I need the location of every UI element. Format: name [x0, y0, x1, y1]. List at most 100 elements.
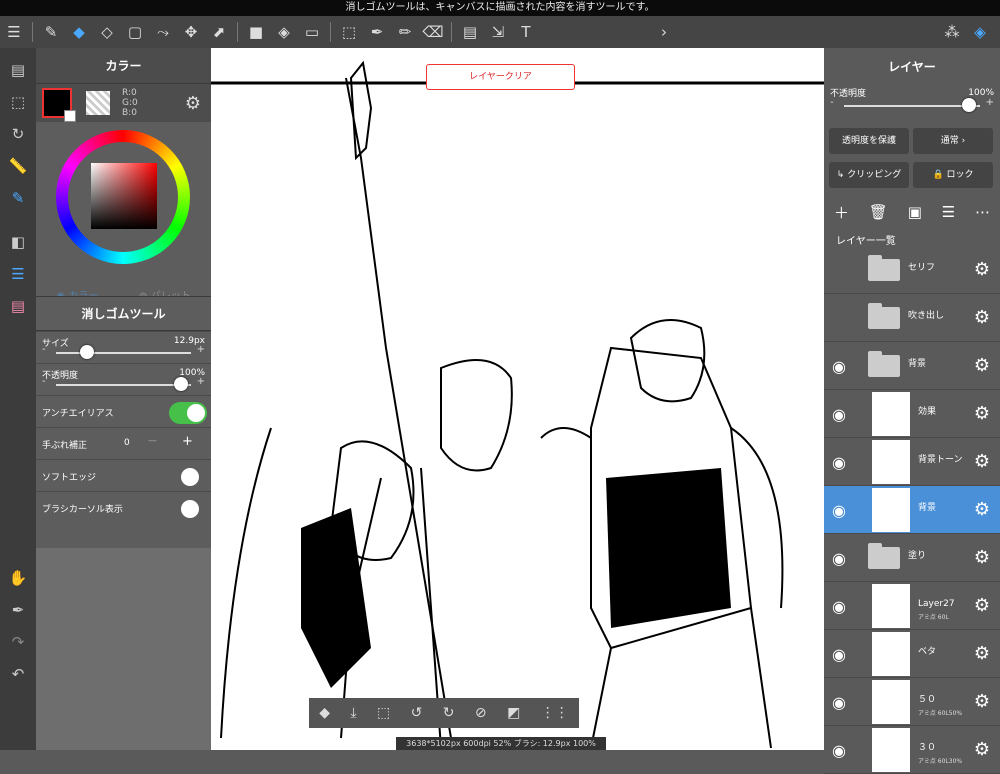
antialias-toggle[interactable]	[169, 402, 207, 424]
eye-icon[interactable]: ◉	[832, 453, 846, 472]
eye-icon[interactable]: ◉	[832, 741, 846, 760]
gear-icon[interactable]: ⚙	[974, 547, 990, 568]
gear-icon[interactable]: ⚙	[185, 93, 201, 114]
select-layer-icon[interactable]: ▤	[456, 18, 484, 46]
pen-icon[interactable]: ✎	[3, 182, 33, 214]
layer-row[interactable]: ◉ 背景トーン ⚙	[824, 438, 1000, 486]
layer-opacity-slider[interactable]: - +	[830, 97, 994, 112]
clipping-button[interactable]: ↳ クリッピング	[829, 162, 909, 188]
select-brush-icon[interactable]: ✏	[391, 18, 419, 46]
move-icon[interactable]: ✥	[177, 18, 205, 46]
move-select-icon[interactable]: ⇲	[484, 18, 512, 46]
main-color-swatch[interactable]	[42, 88, 76, 122]
eyedropper-icon[interactable]: ✒	[3, 594, 33, 626]
three-dots-icon[interactable]: ⁂	[938, 18, 966, 46]
stabilizer-minus-button[interactable]: —	[148, 436, 157, 446]
rect-select-icon[interactable]: ▢	[121, 18, 149, 46]
rotate-reset-icon[interactable]: ⊘	[475, 705, 487, 721]
snap-icon[interactable]: ◩	[507, 705, 520, 721]
layer-opacity-plus[interactable]: +	[986, 97, 994, 108]
grid-icon[interactable]: ⋮⋮	[541, 705, 569, 721]
gradient-icon[interactable]: ▭	[298, 18, 326, 46]
fill-rect-icon[interactable]: ■	[242, 18, 270, 46]
image-layer-icon[interactable]: ▣	[908, 203, 922, 221]
opacity-minus-button[interactable]: -	[42, 376, 46, 387]
layer-row[interactable]: セリフ ⚙	[824, 246, 1000, 294]
layer-row[interactable]: 吹き出し ⚙	[824, 294, 1000, 342]
brush-list-icon[interactable]: ☰	[3, 258, 33, 290]
layer-row[interactable]: ◉ ３０ アミ点 60L30% ⚙	[824, 726, 1000, 774]
brush-icon[interactable]: ✎	[37, 18, 65, 46]
lasso-icon[interactable]: ⤳	[149, 18, 177, 46]
trash-icon[interactable]: 🗑	[869, 203, 888, 221]
eyedropper-icon[interactable]: ✒	[363, 18, 391, 46]
saturation-value-square[interactable]	[91, 163, 157, 229]
blend-mode-select[interactable]: 通常 ›	[913, 128, 993, 154]
layer-row[interactable]: ◉ ５０ アミ点 60L50% ⚙	[824, 678, 1000, 726]
layer-opacity-minus[interactable]: -	[830, 97, 834, 108]
gear-icon[interactable]: ⚙	[974, 595, 990, 616]
eye-icon[interactable]: ◉	[832, 549, 846, 568]
gear-icon[interactable]: ⚙	[974, 643, 990, 664]
chevron-right-icon[interactable]: ›	[650, 18, 678, 46]
layer-icon[interactable]: ▤	[3, 290, 33, 322]
text-icon[interactable]: T	[512, 18, 540, 46]
eraser-icon[interactable]: ◆	[65, 18, 93, 46]
gear-icon[interactable]: ⚙	[974, 307, 990, 328]
layer-row[interactable]: ◉ 背景 ⚙	[824, 342, 1000, 390]
undo-icon[interactable]: ↺	[411, 705, 423, 721]
eye-icon[interactable]: ◉	[832, 693, 846, 712]
deselect-icon[interactable]: ⬚	[377, 705, 390, 721]
list-icon[interactable]: ☰	[942, 203, 955, 221]
redo-icon[interactable]: ↷	[3, 626, 33, 658]
layer-row[interactable]: ◉ 効果 ⚙	[824, 390, 1000, 438]
size-minus-button[interactable]: -	[42, 344, 46, 355]
rotate-icon[interactable]: ↻	[3, 118, 33, 150]
layer-clear-button[interactable]: レイヤークリア	[426, 64, 575, 90]
eye-icon[interactable]: ◉	[832, 645, 846, 664]
lock-button[interactable]: 🔒 ロック	[913, 162, 993, 188]
softedge-toggle[interactable]	[169, 466, 207, 488]
blur-eraser-icon[interactable]: ◇	[93, 18, 121, 46]
layer-row[interactable]: ◉ ベタ ⚙	[824, 630, 1000, 678]
eye-icon[interactable]: ◉	[832, 357, 846, 376]
layer-opacity-knob[interactable]	[962, 98, 976, 112]
menu-icon[interactable]: ☰	[0, 18, 28, 46]
size-slider-knob[interactable]	[80, 345, 94, 359]
gear-icon[interactable]: ⚙	[974, 451, 990, 472]
layers-icon[interactable]: ◈	[966, 18, 994, 46]
eye-icon[interactable]: ◉	[832, 405, 846, 424]
eraser-mode-icon[interactable]: ◆	[319, 705, 330, 721]
size-plus-button[interactable]: +	[197, 344, 205, 355]
protect-alpha-button[interactable]: 透明度を保護	[829, 128, 909, 154]
layer-row[interactable]: ◉ 背景 ⚙	[824, 486, 1000, 534]
gear-icon[interactable]: ⚙	[974, 499, 990, 520]
select-eraser-icon[interactable]: ⌫	[419, 18, 447, 46]
gear-icon[interactable]: ⚙	[974, 691, 990, 712]
eye-icon[interactable]: ◉	[832, 501, 846, 520]
download-icon[interactable]: ⤓	[350, 705, 356, 721]
layer-row[interactable]: ◉ Layer27 アミ点 60L ⚙	[824, 582, 1000, 630]
hand-icon[interactable]: ✋	[3, 562, 33, 594]
sub-color-swatch[interactable]	[86, 91, 110, 115]
layer-row[interactable]: ◉ 塗り ⚙	[824, 534, 1000, 582]
size-slider[interactable]: - +	[42, 344, 205, 359]
gear-icon[interactable]: ⚙	[974, 355, 990, 376]
ruler-icon[interactable]: 📏	[3, 150, 33, 182]
transform-icon[interactable]: ⬈	[205, 18, 233, 46]
more-icon[interactable]: ⋯	[975, 203, 990, 221]
opacity-plus-button[interactable]: +	[197, 376, 205, 387]
pages-icon[interactable]: ▤	[3, 54, 33, 86]
selection-icon[interactable]: ⬚	[3, 86, 33, 118]
gear-icon[interactable]: ⚙	[974, 259, 990, 280]
color-icon[interactable]: ◧	[3, 226, 33, 258]
undo-icon[interactable]: ↶	[3, 658, 33, 690]
opacity-slider-knob[interactable]	[174, 377, 188, 391]
eye-icon[interactable]: ◉	[832, 597, 846, 616]
stabilizer-plus-button[interactable]: +	[182, 434, 193, 449]
bucket-icon[interactable]: ◈	[270, 18, 298, 46]
add-layer-icon[interactable]: ＋	[834, 202, 849, 223]
cursor-toggle[interactable]	[169, 498, 207, 520]
select-pen-icon[interactable]: ⬚	[335, 18, 363, 46]
redo-icon[interactable]: ↻	[443, 705, 455, 721]
